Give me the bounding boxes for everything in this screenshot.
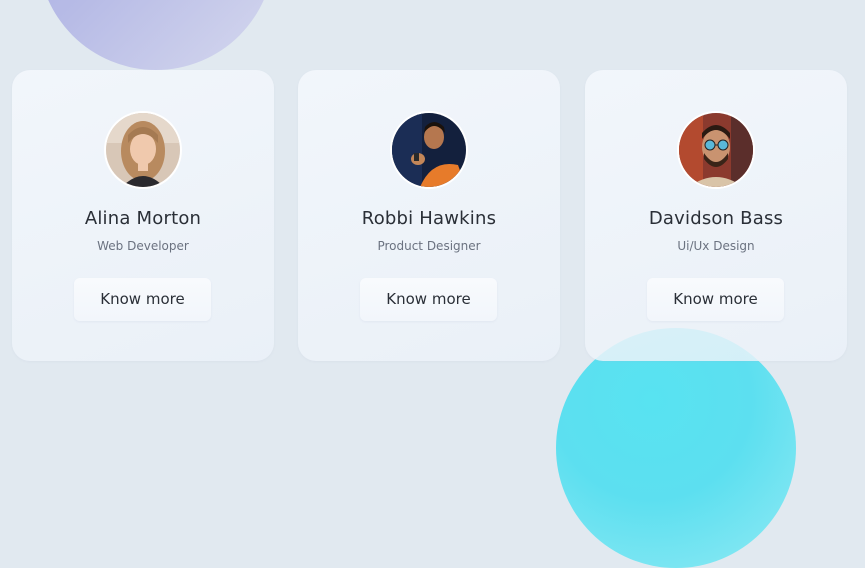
decorative-circle-bottom [556,328,796,568]
know-more-button[interactable]: Know more [74,278,211,321]
person-role: Web Developer [97,239,189,253]
person-role: Product Designer [377,239,481,253]
person-name: Alina Morton [84,208,202,229]
avatar [390,111,468,189]
profile-card-davidson-bass: Davidson Bass Ui/Ux Design Know more [585,70,847,361]
avatar [104,111,182,189]
know-more-button[interactable]: Know more [647,278,784,321]
person-photo-icon [392,113,466,187]
avatar [677,111,755,189]
person-name: Robbi Hawkins [361,208,497,229]
person-photo-icon [106,113,180,187]
person-role: Ui/Ux Design [677,239,755,253]
person-photo-icon [679,113,753,187]
decorative-circle-top [38,0,274,70]
know-more-button[interactable]: Know more [360,278,497,321]
person-name: Davidson Bass [648,208,784,229]
profile-card-robbi-hawkins: Robbi Hawkins Product Designer Know more [298,70,560,361]
profile-card-alina-morton: Alina Morton Web Developer Know more [12,70,274,361]
